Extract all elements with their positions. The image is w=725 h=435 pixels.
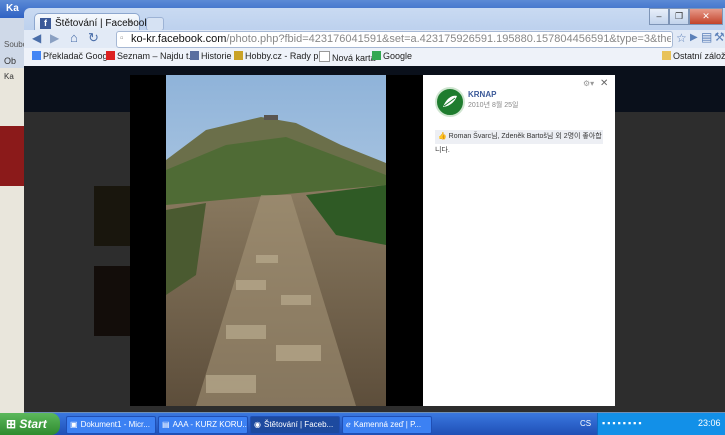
forward-icon[interactable]: ▶ xyxy=(50,31,59,45)
hobby-icon xyxy=(234,51,243,60)
maximize-button[interactable]: ❐ xyxy=(669,8,689,25)
translate-icon xyxy=(32,51,41,60)
background-window-strip: Ka xyxy=(0,68,24,413)
tab-close-icon[interactable]: × xyxy=(127,17,133,28)
navigation-bar: ◀ ▶ ⌂ ↻ ▫ ko-kr.facebook.com/photo.php?f… xyxy=(24,30,725,48)
url-text: ko-kr.facebook.com/photo.php?fbid=423176… xyxy=(131,33,671,45)
bookmark-hobby[interactable]: Hobby.cz - Rady p... xyxy=(234,51,326,61)
start-label: Start xyxy=(19,417,47,431)
like-thumb-icon: 👍 xyxy=(438,133,447,140)
taskbar-item-folder[interactable]: ▤ AAA - KURZ KORU... xyxy=(158,416,248,434)
windows-taskbar: ⊞ Start ▣ Dokument1 - Micr... ▤ AAA - KURZ… xyxy=(0,413,725,435)
tray-icons[interactable]: ▪▪▪▪▪▪▪▪ xyxy=(602,418,644,428)
play-icon[interactable]: ▶ xyxy=(690,32,698,43)
other-bookmarks[interactable]: Ostatní záložky xyxy=(662,51,725,61)
start-button[interactable]: ⊞ Start xyxy=(0,413,60,435)
photo-sidebar: ⚙▾ ✕ KRNAP 2010년 8월 25일 👍 Roman Švarc님, … xyxy=(423,75,615,406)
page-icon: ▫ xyxy=(120,33,124,44)
bookmark-google[interactable]: Google xyxy=(372,51,412,61)
url-host: ko-kr.facebook.com xyxy=(131,33,227,45)
likes-summary: 👍 Roman Švarc님, Zdeněk Bartoš님 외 2명이 좋아합… xyxy=(435,130,603,154)
taskbar-item-chrome[interactable]: ◉ Štětování | Faceb... xyxy=(250,416,340,434)
folder-icon: ▤ xyxy=(162,420,170,429)
bookmark-seznam[interactable]: Seznam – Najdu t... xyxy=(106,51,196,61)
page-name-link[interactable]: KRNAP xyxy=(468,90,496,99)
url-path: /photo.php?fbid=423176041591&set=a.42317… xyxy=(226,33,671,45)
back-icon[interactable]: ◀ xyxy=(32,31,41,45)
gear-icon[interactable]: ⚙▾ xyxy=(583,79,594,88)
windows-logo-icon: ⊞ xyxy=(6,417,17,431)
background-label-ka: Ka xyxy=(4,72,14,81)
facebook-favicon-icon: f xyxy=(40,18,51,29)
bookmark-google-translate[interactable]: Překladač Google xyxy=(32,51,115,61)
language-indicator[interactable]: CS xyxy=(580,419,591,428)
new-tab-button[interactable] xyxy=(146,17,164,31)
page-avatar[interactable] xyxy=(435,87,465,117)
address-bar[interactable]: ▫ ko-kr.facebook.com/photo.php?fbid=4231… xyxy=(116,31,673,48)
word-icon: ▣ xyxy=(70,420,78,429)
background-label-ob: Ob xyxy=(4,56,17,66)
close-button[interactable]: ✕ xyxy=(689,8,723,25)
home-icon[interactable]: ⌂ xyxy=(70,30,78,45)
likes-text[interactable]: Roman Švarc님, Zdeněk Bartoš님 외 2명이 좋아합니다… xyxy=(435,133,602,154)
bookmarks-bar: Překladač Google Seznam – Najdu t... His… xyxy=(24,48,725,67)
page-menu-icon[interactable]: ▤ xyxy=(701,30,712,44)
ie-icon: ℯ xyxy=(346,420,351,429)
tab-title: Štětování | Facebook xyxy=(55,18,150,29)
folder-icon xyxy=(662,51,671,60)
system-tray: ▪▪▪▪▪▪▪▪ 23:06 xyxy=(597,413,725,435)
post-date: 2010년 8월 25일 xyxy=(468,102,519,109)
taskbar-item-word[interactable]: ▣ Dokument1 - Micr... xyxy=(66,416,156,434)
seznam-icon xyxy=(106,51,115,60)
google-icon xyxy=(372,51,381,60)
taskbar-item-ie[interactable]: ℯ Kamenná zeď | P... xyxy=(342,416,432,434)
clock[interactable]: 23:06 xyxy=(698,418,721,428)
bookmark-star-icon[interactable]: ☆ xyxy=(676,31,687,45)
photo-mountain-path[interactable] xyxy=(166,75,386,406)
history-icon xyxy=(190,51,199,60)
minimize-button[interactable]: ‒ xyxy=(649,8,669,25)
blank-page-icon xyxy=(319,51,330,62)
bookmark-new-tab[interactable]: Nová karta xyxy=(319,51,376,63)
krnap-logo-icon xyxy=(443,95,457,107)
wrench-icon[interactable]: ⚒ xyxy=(714,30,725,44)
close-icon[interactable]: ✕ xyxy=(600,78,608,89)
reload-icon[interactable]: ↻ xyxy=(88,30,99,46)
background-window-title: Ka xyxy=(6,3,19,14)
bookmark-history[interactable]: Historie xyxy=(190,51,232,61)
chrome-icon: ◉ xyxy=(254,420,261,429)
